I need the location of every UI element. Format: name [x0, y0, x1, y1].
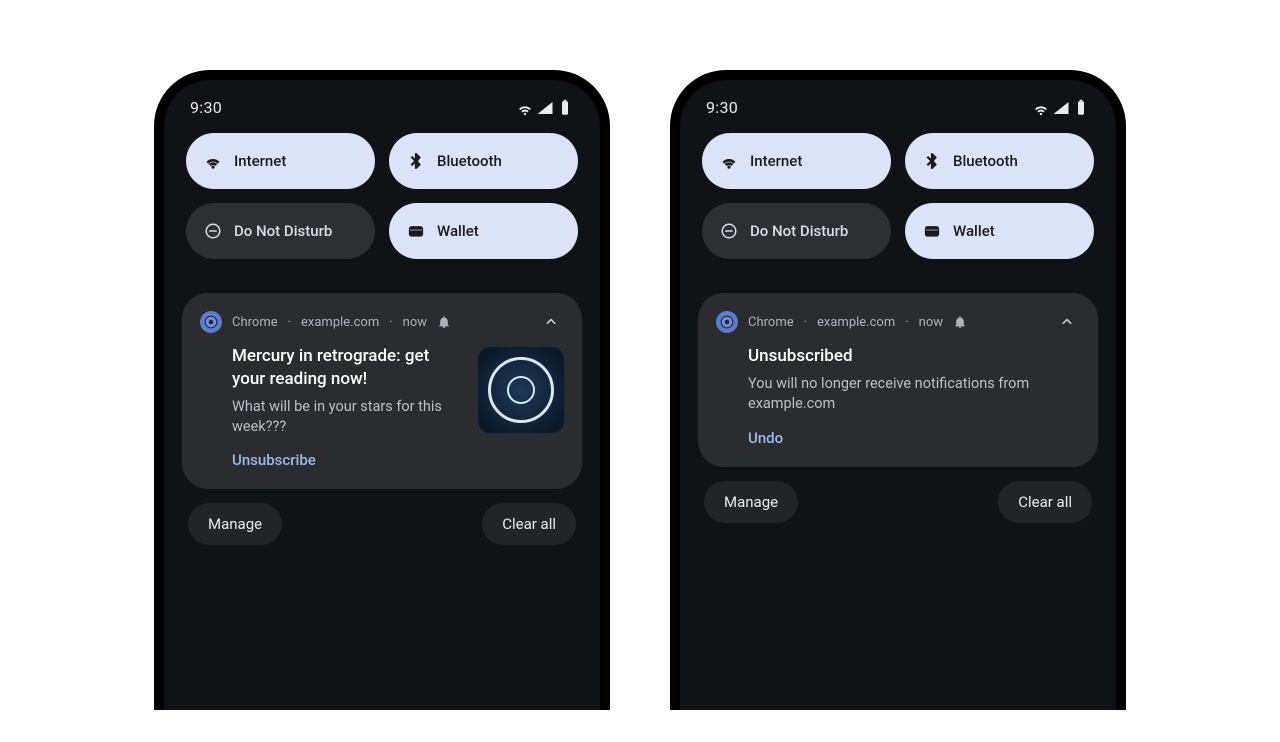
status-icons — [516, 99, 574, 117]
notification-title: Mercury in retrograde: get your reading … — [232, 345, 464, 391]
notification-header: Chrome · example.com · now — [200, 309, 564, 335]
collapse-toggle[interactable] — [538, 309, 564, 335]
notification-app: Chrome — [748, 315, 794, 330]
wifi-status-icon — [1032, 99, 1050, 117]
phone-right: 9:30 Internet Bluetooth Do Not Disturb — [670, 70, 1126, 710]
notification-card[interactable]: Chrome · example.com · now Mercury in re… — [182, 293, 582, 489]
clear-all-button[interactable]: Clear all — [998, 481, 1092, 523]
manage-button[interactable]: Manage — [188, 503, 282, 545]
bluetooth-icon — [923, 152, 941, 170]
signal-status-icon — [1052, 99, 1070, 117]
qs-label: Bluetooth — [953, 152, 1018, 170]
notification-site: example.com — [301, 315, 379, 330]
notification-body: You will no longer receive notifications… — [748, 374, 1080, 415]
signal-status-icon — [536, 99, 554, 117]
qs-label: Do Not Disturb — [750, 222, 848, 240]
qs-wallet[interactable]: Wallet — [905, 203, 1094, 259]
battery-status-icon — [1072, 99, 1090, 117]
notification-app: Chrome — [232, 315, 278, 330]
qs-dnd[interactable]: Do Not Disturb — [186, 203, 375, 259]
phone-left: 9:30 Internet Bluetooth Do Not Disturb — [154, 70, 610, 710]
notification-body: What will be in your stars for this week… — [232, 397, 464, 438]
clock: 9:30 — [190, 98, 222, 117]
quick-settings: Internet Bluetooth Do Not Disturb Wallet — [182, 133, 582, 259]
battery-status-icon — [556, 99, 574, 117]
unsubscribe-action[interactable]: Unsubscribe — [200, 437, 564, 473]
wifi-icon — [720, 152, 738, 170]
chrome-icon — [200, 311, 222, 333]
qs-bluetooth[interactable]: Bluetooth — [389, 133, 578, 189]
wallet-icon — [407, 222, 425, 240]
clock: 9:30 — [706, 98, 738, 117]
notification-thumbnail — [478, 347, 564, 433]
qs-internet[interactable]: Internet — [702, 133, 891, 189]
wallet-icon — [923, 222, 941, 240]
dnd-icon — [204, 222, 222, 240]
qs-label: Wallet — [953, 222, 995, 240]
dnd-icon — [720, 222, 738, 240]
wifi-icon — [204, 152, 222, 170]
notification-card[interactable]: Chrome · example.com · now Unsubscribed … — [698, 293, 1098, 467]
bluetooth-icon — [407, 152, 425, 170]
chrome-icon — [716, 311, 738, 333]
manage-button[interactable]: Manage — [704, 481, 798, 523]
quick-settings: Internet Bluetooth Do Not Disturb Wallet — [698, 133, 1098, 259]
bell-icon — [953, 315, 967, 329]
qs-label: Internet — [234, 152, 286, 170]
bell-icon — [437, 315, 451, 329]
status-icons — [1032, 99, 1090, 117]
qs-bluetooth[interactable]: Bluetooth — [905, 133, 1094, 189]
qs-internet[interactable]: Internet — [186, 133, 375, 189]
notification-site: example.com — [817, 315, 895, 330]
qs-label: Bluetooth — [437, 152, 502, 170]
notification-header: Chrome · example.com · now — [716, 309, 1080, 335]
qs-dnd[interactable]: Do Not Disturb — [702, 203, 891, 259]
status-bar: 9:30 — [182, 94, 582, 133]
clear-all-button[interactable]: Clear all — [482, 503, 576, 545]
wifi-status-icon — [516, 99, 534, 117]
undo-action[interactable]: Undo — [716, 415, 1080, 451]
collapse-toggle[interactable] — [1054, 309, 1080, 335]
qs-label: Wallet — [437, 222, 479, 240]
shade-footer: Manage Clear all — [182, 489, 582, 545]
notification-time: now — [403, 315, 427, 330]
shade-footer: Manage Clear all — [698, 467, 1098, 523]
notification-time: now — [919, 315, 943, 330]
qs-wallet[interactable]: Wallet — [389, 203, 578, 259]
status-bar: 9:30 — [698, 94, 1098, 133]
qs-label: Internet — [750, 152, 802, 170]
qs-label: Do Not Disturb — [234, 222, 332, 240]
notification-title: Unsubscribed — [748, 345, 1080, 368]
